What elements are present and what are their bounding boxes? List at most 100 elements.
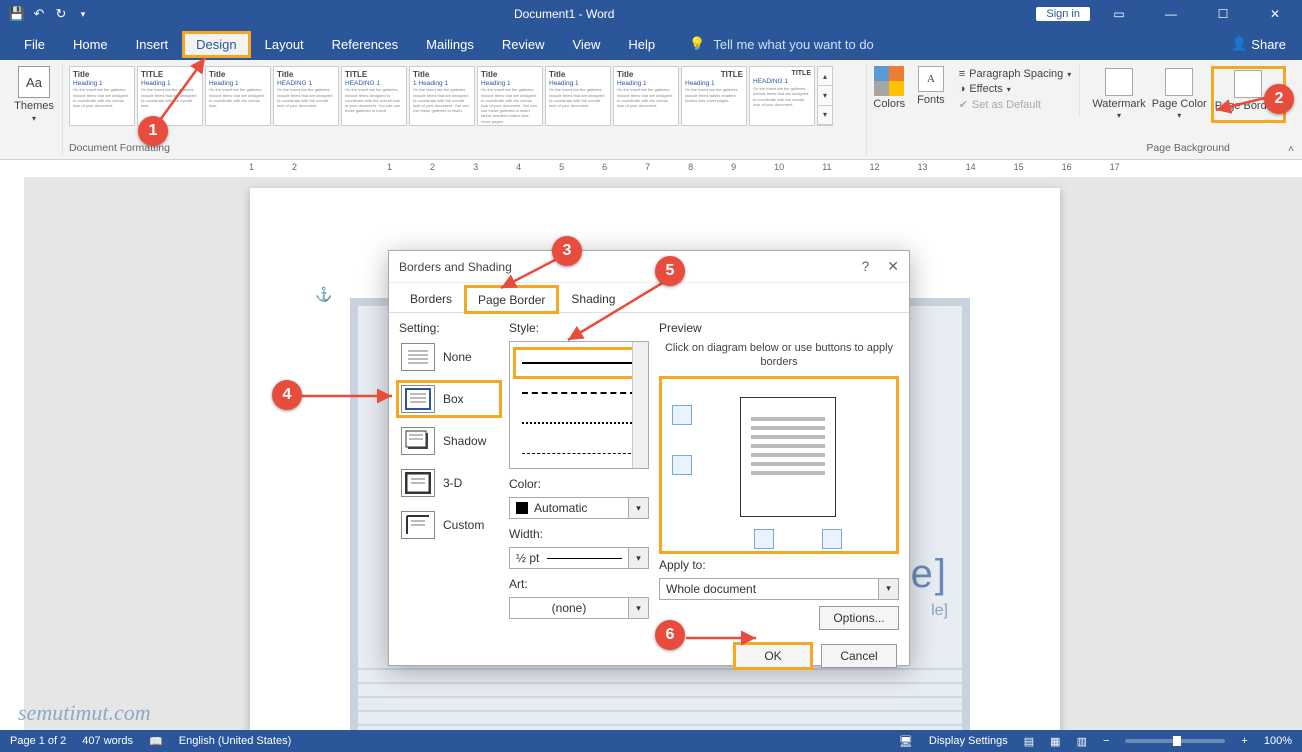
maximize-icon[interactable]: ☐ bbox=[1200, 0, 1246, 28]
style-dotted[interactable] bbox=[516, 410, 642, 436]
redo-icon[interactable]: ↻ bbox=[52, 5, 70, 23]
view-web-icon[interactable]: ▥ bbox=[1077, 735, 1087, 748]
undo-icon[interactable]: ↶ bbox=[30, 5, 48, 23]
tab-shading[interactable]: Shading bbox=[558, 285, 628, 312]
themes-button[interactable]: Aa Themes ▾ bbox=[12, 66, 56, 123]
subtitle-placeholder[interactable]: le] bbox=[931, 602, 948, 620]
preview-bottom-border-button[interactable] bbox=[672, 455, 692, 475]
style-set-thumb[interactable]: TitleHeading 1On the Insert tab the gall… bbox=[69, 66, 135, 126]
scroll-up-icon[interactable]: ▴ bbox=[818, 67, 832, 86]
zoom-in-icon[interactable]: + bbox=[1241, 735, 1247, 747]
tab-layout[interactable]: Layout bbox=[251, 31, 318, 58]
options-button[interactable]: Options... bbox=[819, 606, 899, 630]
tell-me-search[interactable]: 💡 Tell me what you want to do bbox=[669, 36, 1231, 52]
style-set-thumb[interactable]: TitleHeading 1On the Insert tab the gall… bbox=[477, 66, 543, 126]
style-set-thumb[interactable]: TITLEHEADING 1On the Insert tab the gall… bbox=[749, 66, 815, 126]
annotation-3: 3 bbox=[552, 236, 582, 266]
tab-design[interactable]: Design bbox=[182, 31, 250, 58]
watermark-icon bbox=[1105, 68, 1133, 96]
paragraph-spacing-button[interactable]: ≡Paragraph Spacing▾ bbox=[959, 68, 1072, 80]
scroll-down-icon[interactable]: ▾ bbox=[818, 86, 832, 105]
close-icon[interactable]: ✕ bbox=[1252, 0, 1298, 28]
status-display-settings[interactable]: Display Settings bbox=[929, 735, 1008, 747]
style-list[interactable] bbox=[509, 341, 649, 469]
title-placeholder[interactable]: e] bbox=[911, 552, 948, 597]
style-set-thumb[interactable]: TITLEHeading 1On the Insert tab the gall… bbox=[681, 66, 747, 126]
style-set-thumb[interactable]: Title1 Heading 1On the insert tab the ga… bbox=[409, 66, 475, 126]
style-set-thumb[interactable]: TITLEHEADING 1On the Insert tab the gall… bbox=[341, 66, 407, 126]
zoom-out-icon[interactable]: − bbox=[1103, 735, 1109, 747]
ok-button[interactable]: OK bbox=[735, 644, 811, 668]
art-dropdown[interactable]: (none)▾ bbox=[509, 597, 649, 619]
preview-page[interactable] bbox=[740, 397, 836, 517]
document-formatting-gallery[interactable]: TitleHeading 1On the Insert tab the gall… bbox=[69, 66, 815, 126]
status-zoom[interactable]: 100% bbox=[1264, 735, 1292, 747]
tab-references[interactable]: References bbox=[318, 31, 412, 58]
horizontal-ruler[interactable]: 121234567891011121314151617 bbox=[25, 160, 1302, 178]
save-icon[interactable]: 💾 bbox=[8, 5, 26, 23]
tab-view[interactable]: View bbox=[558, 31, 614, 58]
chevron-down-icon: ▾ bbox=[629, 597, 649, 619]
close-dialog-icon[interactable]: ✕ bbox=[887, 258, 899, 275]
tab-borders[interactable]: Borders bbox=[397, 285, 465, 312]
annotation-4: 4 bbox=[272, 380, 302, 410]
setting-box[interactable]: Box bbox=[399, 383, 499, 415]
zoom-slider[interactable] bbox=[1125, 739, 1225, 743]
status-page[interactable]: Page 1 of 2 bbox=[10, 735, 66, 747]
status-language[interactable]: English (United States) bbox=[179, 735, 292, 747]
collapse-ribbon-icon[interactable]: ˄ bbox=[1288, 144, 1294, 155]
preview-right-border-button[interactable] bbox=[822, 529, 842, 549]
view-read-icon[interactable]: ▤ bbox=[1024, 735, 1034, 748]
colors-button[interactable]: Colors bbox=[867, 64, 911, 112]
setting-custom[interactable]: Custom bbox=[399, 509, 499, 541]
tab-page-border[interactable]: Page Border bbox=[465, 286, 558, 313]
fonts-button[interactable]: A Fonts bbox=[911, 64, 951, 108]
style-set-thumb[interactable]: TitleHEADING 1On the Insert tab the gall… bbox=[273, 66, 339, 126]
ribbon-display-icon[interactable]: ▭ bbox=[1096, 0, 1142, 28]
help-icon[interactable]: ? bbox=[861, 258, 869, 275]
vertical-ruler[interactable] bbox=[5, 178, 25, 730]
style-label: Style: bbox=[509, 321, 649, 335]
style-dashed[interactable] bbox=[516, 440, 642, 466]
dialog-tabs: Borders Page Border Shading bbox=[389, 285, 909, 313]
style-scrollbar[interactable] bbox=[632, 342, 648, 468]
width-dropdown[interactable]: ½ pt▾ bbox=[509, 547, 649, 569]
spell-check-icon[interactable]: 📖 bbox=[149, 735, 163, 748]
setting-3d[interactable]: 3-D bbox=[399, 467, 499, 499]
gallery-more-icon[interactable]: ▾ bbox=[818, 106, 832, 125]
setting-none[interactable]: None bbox=[399, 341, 499, 373]
color-dropdown[interactable]: Automatic▾ bbox=[509, 497, 649, 519]
tab-help[interactable]: Help bbox=[614, 31, 669, 58]
status-words[interactable]: 407 words bbox=[82, 735, 133, 747]
custom-icon bbox=[401, 511, 435, 539]
style-set-thumb[interactable]: TitleHeading 1On the Insert tab the gall… bbox=[205, 66, 271, 126]
minimize-icon[interactable]: — bbox=[1148, 0, 1194, 28]
share-button[interactable]: 👤 Share bbox=[1231, 36, 1292, 52]
preview-hint: Click on diagram below or use buttons to… bbox=[659, 341, 899, 370]
effects-button[interactable]: ◑Effects▾ bbox=[959, 83, 1072, 95]
art-label: Art: bbox=[509, 577, 649, 591]
page-color-button[interactable]: Page Color▾ bbox=[1152, 68, 1207, 121]
style-set-thumb[interactable]: TitleHeading 1On the Insert tab the gall… bbox=[613, 66, 679, 126]
preview-top-border-button[interactable] bbox=[672, 405, 692, 425]
display-settings-icon[interactable]: 🖥 bbox=[899, 735, 913, 748]
watermark-button[interactable]: Watermark▾ bbox=[1092, 68, 1145, 121]
tab-file[interactable]: File bbox=[10, 31, 59, 58]
cancel-button[interactable]: Cancel bbox=[821, 644, 897, 668]
qat-more-icon[interactable]: ▾ bbox=[74, 5, 92, 23]
tab-insert[interactable]: Insert bbox=[122, 31, 183, 58]
style-solid[interactable] bbox=[516, 350, 642, 376]
style-set-thumb[interactable]: TitleHeading 1On the Insert tab the gall… bbox=[545, 66, 611, 126]
tab-home[interactable]: Home bbox=[59, 31, 122, 58]
set-default-button[interactable]: ✔Set as Default bbox=[959, 98, 1072, 111]
tab-mailings[interactable]: Mailings bbox=[412, 31, 488, 58]
setting-shadow[interactable]: Shadow bbox=[399, 425, 499, 457]
style-dashed-wide[interactable] bbox=[516, 380, 642, 406]
preview-left-border-button[interactable] bbox=[754, 529, 774, 549]
apply-to-dropdown[interactable]: Whole document▾ bbox=[659, 578, 899, 600]
gallery-scroll[interactable]: ▴▾▾ bbox=[817, 66, 833, 126]
tab-review[interactable]: Review bbox=[488, 31, 559, 58]
ribbon-design: Aa Themes ▾ TitleHeading 1On the Insert … bbox=[0, 60, 1302, 160]
sign-in-button[interactable]: Sign in bbox=[1036, 7, 1090, 21]
view-print-icon[interactable]: ▦ bbox=[1050, 735, 1060, 748]
